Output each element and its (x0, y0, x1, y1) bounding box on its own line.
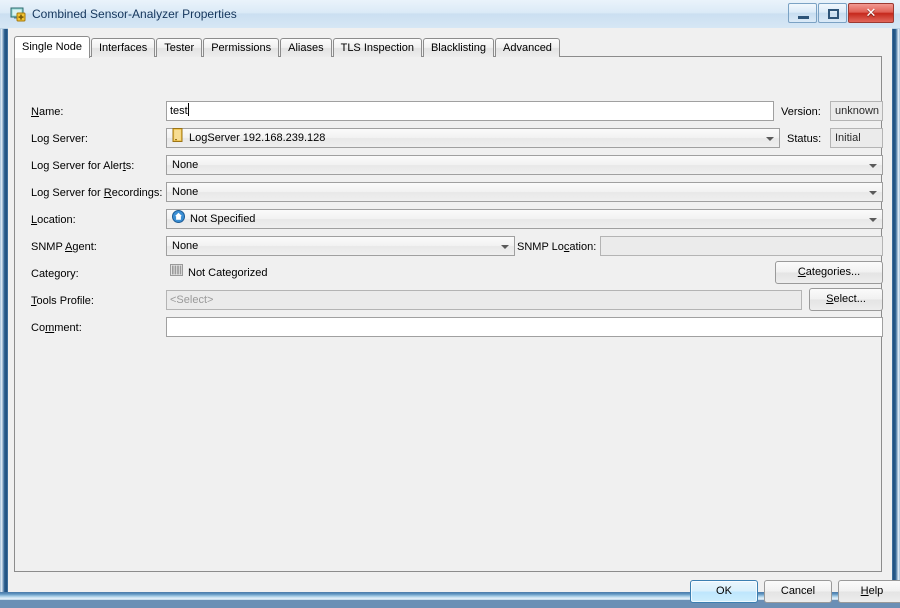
dialog-window: Combined Sensor-Analyzer Properties ✕ Si… (0, 0, 900, 603)
log-server-recordings-combo[interactable]: None (166, 182, 883, 202)
dialog-button-bar: OK Cancel Help (14, 580, 900, 608)
snmp-agent-value: None (172, 240, 199, 252)
chevron-down-icon (869, 191, 877, 195)
log-server-value: LogServer 192.168.239.128 (189, 132, 326, 144)
log-server-combo[interactable]: LogServer 192.168.239.128 (166, 128, 780, 148)
name-input[interactable]: test (166, 101, 774, 121)
chevron-down-icon (766, 137, 774, 141)
location-value: Not Specified (190, 213, 256, 225)
minimize-icon (798, 16, 809, 19)
close-icon: ✕ (865, 5, 877, 20)
comment-input[interactable] (166, 317, 883, 337)
category-value: Not Categorized (188, 267, 268, 279)
title-bar[interactable]: Combined Sensor-Analyzer Properties ✕ (0, 0, 900, 29)
chevron-down-icon (501, 245, 509, 249)
log-server-alerts-label: Log Server for Alerts: (31, 160, 135, 172)
dialog-client-area: Single Node Interfaces Tester Permission… (8, 28, 900, 603)
version-value: unknown (830, 101, 883, 121)
comment-label: Comment: (31, 322, 82, 334)
tab-advanced[interactable]: Advanced (495, 38, 560, 57)
name-input-value: test (170, 105, 188, 117)
window-controls: ✕ (787, 3, 894, 24)
location-combo[interactable]: Not Specified (166, 209, 883, 229)
tab-tester[interactable]: Tester (156, 38, 203, 57)
tab-permissions[interactable]: Permissions (203, 38, 280, 57)
window-title: Combined Sensor-Analyzer Properties (32, 7, 237, 21)
chevron-down-icon (869, 218, 877, 222)
app-icon (10, 6, 26, 22)
log-server-recordings-value: None (172, 186, 199, 198)
categories-bars-icon (170, 263, 183, 283)
maximize-button[interactable] (818, 3, 847, 23)
tab-tls-inspection[interactable]: TLS Inspection (332, 38, 422, 57)
status-value: Initial (830, 128, 883, 148)
log-server-alerts-combo[interactable]: None (166, 155, 883, 175)
status-label: Status: (787, 133, 822, 145)
snmp-agent-combo[interactable]: None (166, 236, 515, 256)
window-frame-left (0, 0, 8, 600)
snmp-location-label: SNMP Location: (517, 241, 597, 253)
text-caret (187, 103, 189, 116)
select-tools-profile-button[interactable]: Select... (809, 288, 883, 311)
maximize-icon (828, 9, 839, 19)
tab-blacklisting[interactable]: Blacklisting (422, 38, 494, 57)
snmp-agent-label: SNMP Agent: (31, 241, 97, 253)
minimize-button[interactable] (788, 3, 817, 23)
tools-profile-label: Tools Profile: (31, 295, 94, 307)
server-icon (172, 128, 184, 148)
close-button[interactable]: ✕ (848, 3, 894, 23)
snmp-location-input[interactable] (600, 236, 883, 256)
tools-profile-input[interactable]: <Select> (166, 290, 802, 310)
categories-button[interactable]: Categories... (775, 261, 883, 284)
log-server-recordings-label: Log Server for Recordings: (31, 187, 163, 199)
tab-panel-single-node: Name: test Version: unknown Log Server: … (14, 56, 883, 572)
tab-interfaces[interactable]: Interfaces (90, 38, 156, 57)
chevron-down-icon (869, 164, 877, 168)
tab-single-node[interactable]: Single Node (14, 36, 90, 58)
version-label: Version: (781, 106, 821, 118)
category-label: Category: (31, 268, 79, 280)
home-circle-icon (172, 209, 185, 229)
log-server-label: Log Server: (31, 133, 88, 145)
log-server-alerts-value: None (172, 159, 199, 171)
category-value-group: Not Categorized (170, 263, 268, 283)
window-frame-right (892, 0, 900, 600)
name-label: Name: (31, 106, 64, 118)
location-label: Location: (31, 214, 76, 226)
tab-strip: Single Node Interfaces Tester Permission… (14, 36, 561, 58)
tab-aliases[interactable]: Aliases (280, 38, 332, 57)
